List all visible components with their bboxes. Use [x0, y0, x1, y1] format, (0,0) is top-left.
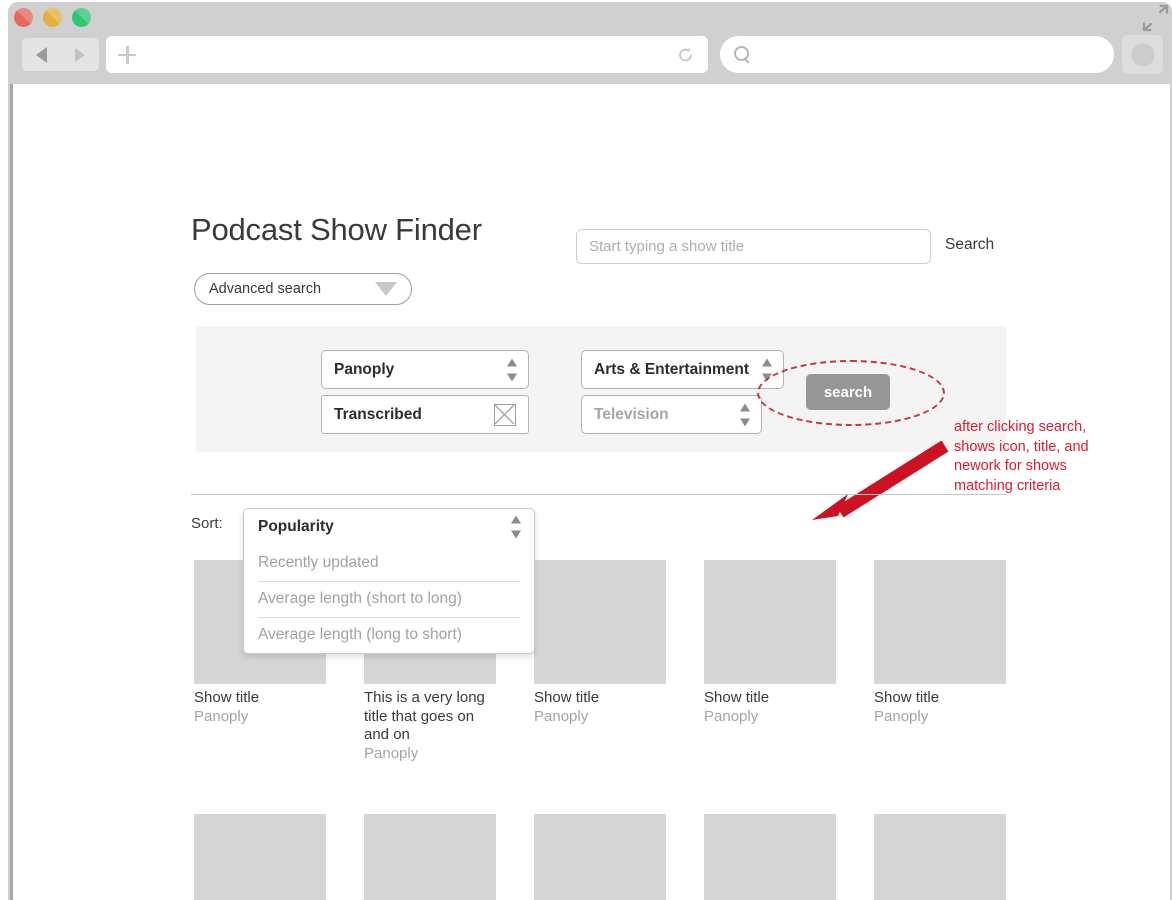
sort-option-recently-updated[interactable]: Recently updated [244, 545, 534, 581]
show-thumbnail [534, 560, 666, 684]
show-card[interactable]: Show title Panoply [534, 814, 666, 900]
show-network: Panoply [874, 707, 929, 725]
stepper-arrows-icon[interactable] [507, 357, 518, 382]
show-thumbnail [874, 560, 1006, 684]
show-thumbnail [194, 814, 326, 900]
search-icon [734, 45, 752, 64]
show-thumbnail [704, 560, 836, 684]
category-select[interactable]: Arts & Entertainment [581, 350, 784, 389]
annotation-text: after clicking search, shows icon, title… [954, 419, 1089, 494]
search-button[interactable]: search [806, 374, 890, 410]
show-title: Show title [874, 689, 940, 706]
network-select-value: Panoply [334, 360, 395, 378]
advanced-search-panel: Panoply Transcribed Arts & Entertainment [196, 326, 1006, 452]
minimize-window-button[interactable] [43, 8, 62, 27]
url-bar[interactable] [106, 36, 708, 73]
network-select[interactable]: Panoply [321, 350, 529, 389]
podcast-show-finder-page: Podcast Show Finder Search Advanced sear… [13, 84, 1170, 900]
category-select-value: Arts & Entertainment [594, 360, 750, 378]
forward-arrow-icon[interactable] [75, 47, 85, 62]
sort-dropdown[interactable]: Popularity Recently updated Average leng… [243, 508, 535, 654]
chevron-down-icon [375, 282, 397, 296]
show-thumbnail [704, 814, 836, 900]
show-card[interactable]: Show title Panoply [874, 814, 1006, 900]
show-card[interactable]: Show title Panoply [534, 560, 666, 726]
show-thumbnail [364, 814, 496, 900]
show-network: Panoply [194, 707, 249, 725]
subcategory-select[interactable]: Television [581, 395, 762, 434]
show-title: Show title [704, 689, 770, 706]
reload-icon[interactable] [677, 46, 694, 63]
show-card[interactable]: Show title Panoply [874, 560, 1006, 726]
transcribed-label: Transcribed [334, 405, 422, 423]
advanced-search-dropdown[interactable]: Advanced search [194, 273, 412, 305]
section-divider [191, 494, 1006, 495]
browser-window: Podcast Show Finder Search Advanced sear… [8, 2, 1172, 900]
stepper-arrows-icon[interactable] [511, 515, 522, 540]
x-checkbox-icon[interactable] [494, 403, 516, 426]
sort-option-popularity[interactable]: Popularity [244, 509, 534, 545]
avatar [1131, 43, 1154, 66]
browser-search-bar[interactable] [720, 36, 1114, 73]
resize-diagonal-icon[interactable] [1140, 4, 1170, 34]
maximize-window-button[interactable] [72, 8, 91, 27]
show-title: Show title [534, 689, 600, 706]
plus-icon[interactable] [118, 45, 136, 64]
transcribed-checkbox-field[interactable]: Transcribed [321, 395, 529, 434]
show-card[interactable]: Show title Panoply [704, 560, 836, 726]
navigation-buttons [22, 38, 99, 71]
close-window-button[interactable] [14, 8, 33, 27]
profile-button[interactable] [1122, 35, 1163, 74]
show-card[interactable]: Show title Panoply [704, 814, 836, 900]
show-card[interactable]: Show title Panoply [194, 814, 326, 900]
stepper-arrows-icon[interactable] [762, 357, 773, 382]
advanced-search-label: Advanced search [209, 281, 322, 297]
show-network: Panoply [364, 744, 419, 762]
show-title-search-input[interactable] [576, 229, 931, 264]
show-title: This is a very long title that goes on a… [364, 689, 485, 743]
back-arrow-icon[interactable] [36, 46, 47, 63]
browser-titlebar [8, 2, 1172, 84]
search-link[interactable]: Search [945, 236, 994, 254]
results-row: Show title Panoply Show title Panoply Sh… [194, 775, 1094, 900]
window-traffic-lights [14, 8, 91, 27]
subcategory-select-value: Television [594, 405, 669, 423]
show-thumbnail [534, 814, 666, 900]
sort-option-avg-length-long-short[interactable]: Average length (long to short) [244, 617, 534, 653]
sort-label: Sort: [191, 515, 223, 532]
page-viewport: Podcast Show Finder Search Advanced sear… [10, 84, 1170, 900]
page-title: Podcast Show Finder [191, 212, 482, 247]
show-network: Panoply [704, 707, 759, 725]
show-card[interactable]: Show title Panoply [364, 814, 496, 900]
show-thumbnail [874, 814, 1006, 900]
sort-option-avg-length-short-long[interactable]: Average length (short to long) [244, 581, 534, 617]
show-title: Show title [194, 689, 260, 706]
stepper-arrows-icon[interactable] [740, 402, 751, 427]
show-network: Panoply [534, 707, 589, 725]
